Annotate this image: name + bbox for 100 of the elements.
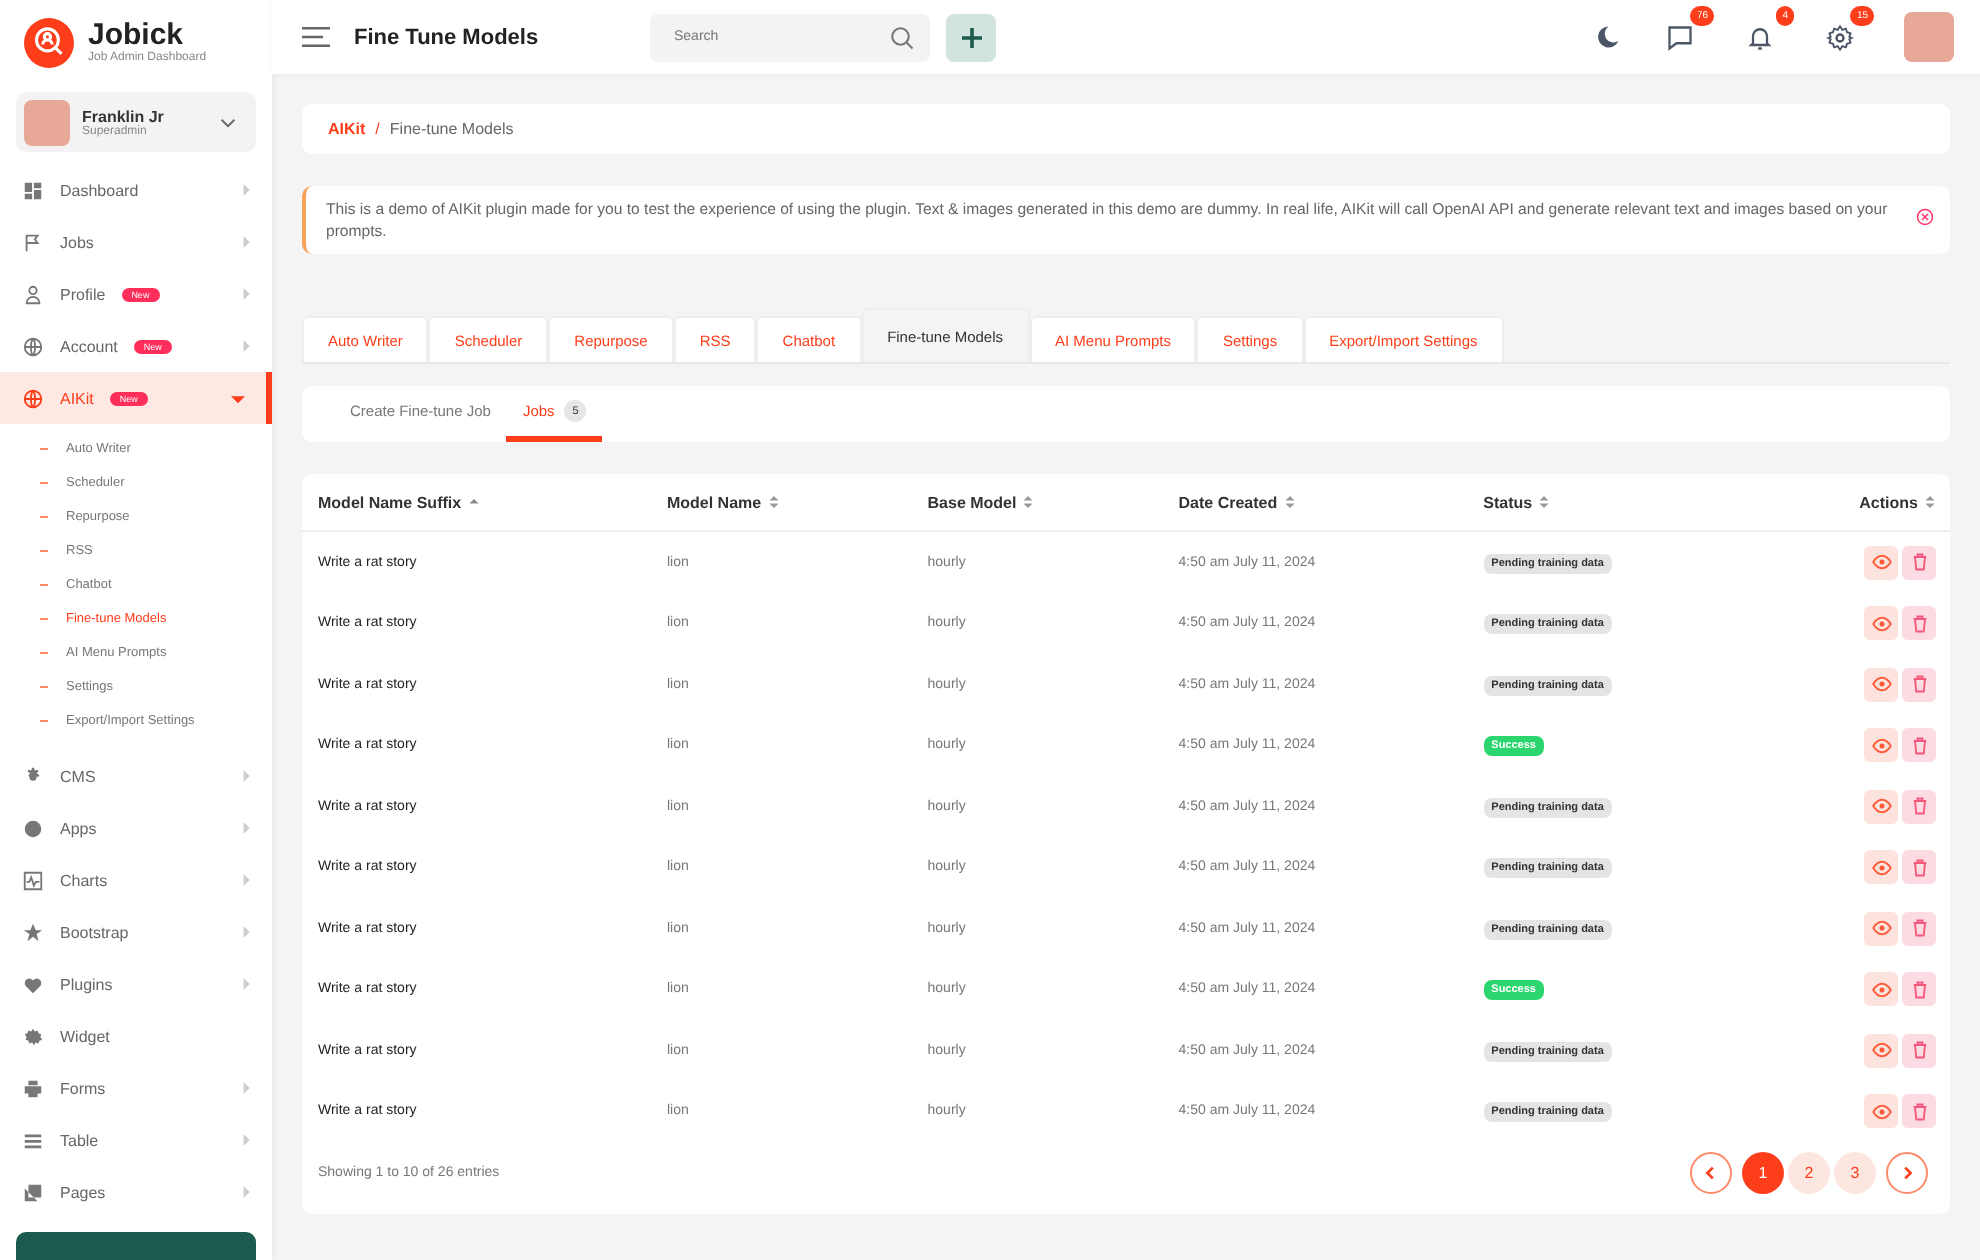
delete-button[interactable] — [1902, 789, 1936, 824]
logo-icon — [24, 17, 74, 67]
eye-icon — [1871, 918, 1891, 939]
view-button[interactable] — [1864, 789, 1898, 824]
chevron-right-icon — [1898, 1164, 1916, 1182]
sidebar-item[interactable]: Table — [0, 1114, 272, 1166]
page-button[interactable]: 1 — [1742, 1152, 1784, 1194]
delete-button[interactable] — [1902, 911, 1936, 946]
trash-icon — [1909, 1040, 1929, 1061]
sidebar-item[interactable]: Plugins — [0, 958, 272, 1010]
sidebar-item-label: CMS — [60, 767, 96, 785]
trash-icon — [1909, 1101, 1929, 1122]
settings-icon[interactable] — [1826, 23, 1854, 51]
eye-icon — [1871, 979, 1891, 1000]
column-header[interactable]: Status — [1467, 474, 1758, 531]
eye-icon — [1871, 1040, 1891, 1061]
close-icon[interactable] — [1916, 208, 1934, 226]
eye-icon — [1871, 796, 1891, 817]
column-header[interactable]: Actions — [1757, 474, 1950, 531]
previous-page-button[interactable] — [1690, 1152, 1732, 1194]
view-button[interactable] — [1864, 728, 1898, 763]
trash-icon — [1909, 918, 1929, 939]
sidebar-item-label: Plugins — [60, 975, 113, 993]
sidebar-item[interactable]: Pages — [0, 1166, 272, 1218]
user-name: Franklin Jr — [82, 107, 166, 125]
sidebar-item-label: Charts — [60, 871, 108, 889]
sidebar-item-label: Profile — [60, 285, 106, 303]
sidebar-item-label: Table — [60, 1131, 99, 1149]
sidebar-item[interactable]: Jobs — [0, 216, 272, 268]
column-header[interactable]: Model Name Suffix — [302, 474, 651, 531]
sort-icon[interactable] — [1924, 494, 1936, 511]
page-title: Fine Tune Models — [354, 25, 541, 49]
sidebar-item-label: Apps — [60, 819, 97, 837]
brand-name: Jobick — [88, 20, 184, 52]
delete-button[interactable] — [1902, 1094, 1936, 1129]
delete-button[interactable] — [1902, 728, 1936, 763]
chevron-down-icon — [220, 117, 236, 127]
search-icon — [890, 25, 914, 49]
view-button[interactable] — [1864, 850, 1898, 885]
delete-button[interactable] — [1902, 545, 1936, 580]
view-button[interactable] — [1864, 606, 1898, 641]
trash-icon — [1909, 613, 1929, 634]
delete-button[interactable] — [1902, 606, 1936, 641]
breadcrumb-item[interactable]: AIKit — [328, 120, 366, 138]
trash-icon — [1909, 857, 1929, 878]
sort-icon[interactable] — [1283, 494, 1296, 511]
trash-icon — [1909, 674, 1929, 695]
sort-icon[interactable] — [1022, 494, 1035, 511]
sidebar-item[interactable]: Widget — [0, 1010, 272, 1062]
next-page-button[interactable] — [1886, 1152, 1928, 1194]
eye-icon — [1871, 674, 1891, 695]
view-button[interactable] — [1864, 1033, 1898, 1068]
add-button[interactable] — [946, 13, 996, 61]
breadcrumb-separator: / — [375, 120, 380, 138]
eye-icon — [1871, 857, 1891, 878]
sidebar-item[interactable]: CMS — [0, 750, 272, 802]
page-button[interactable]: 2 — [1788, 1152, 1830, 1194]
delete-button[interactable] — [1902, 972, 1936, 1007]
eye-icon — [1871, 1101, 1891, 1122]
sidebar-item[interactable]: Dashboard — [0, 164, 272, 216]
trash-icon — [1909, 735, 1929, 756]
eye-icon — [1871, 613, 1891, 634]
bell-icon[interactable] — [1746, 23, 1774, 51]
eye-icon — [1871, 552, 1891, 573]
sidebar-item-label: AIKit — [60, 389, 94, 407]
sidebar-item-label: Pages — [60, 1183, 106, 1201]
delete-button[interactable] — [1902, 667, 1936, 702]
trash-icon — [1909, 552, 1929, 573]
sidebar-item[interactable]: Apps — [0, 802, 272, 854]
view-button[interactable] — [1864, 667, 1898, 702]
sort-icon[interactable] — [1538, 494, 1551, 511]
sidebar-item[interactable]: Bootstrap — [0, 906, 272, 958]
moon-icon[interactable] — [1594, 24, 1620, 50]
sort-icon[interactable] — [767, 494, 780, 511]
sidebar-item[interactable]: Charts — [0, 854, 272, 906]
chevron-left-icon — [1702, 1164, 1720, 1182]
delete-button[interactable] — [1902, 1033, 1936, 1068]
breadcrumb-item: Fine-tune Models — [389, 120, 514, 138]
sidebar-item-label: Dashboard — [60, 181, 139, 199]
view-button[interactable] — [1864, 911, 1898, 946]
avatar-placeholder — [24, 99, 70, 145]
column-header[interactable]: Date Created — [1162, 474, 1468, 531]
eye-icon — [1871, 735, 1891, 756]
plus-icon — [959, 25, 983, 49]
sidebar-item-label: Forms — [60, 1079, 106, 1097]
view-button[interactable] — [1864, 1094, 1898, 1129]
column-header[interactable]: Model Name — [650, 474, 912, 531]
sidebar-item-label: Bootstrap — [60, 923, 129, 941]
sidebar-item[interactable]: Forms — [0, 1062, 272, 1114]
trash-icon — [1909, 979, 1929, 1000]
chat-icon[interactable] — [1666, 23, 1694, 51]
view-button[interactable] — [1864, 545, 1898, 580]
page-button[interactable]: 3 — [1834, 1152, 1876, 1194]
sidebar-item-label: Account — [60, 337, 118, 355]
sidebar-item-label: Widget — [60, 1027, 110, 1045]
delete-button[interactable] — [1902, 850, 1936, 885]
sidebar-item-label: Jobs — [60, 233, 94, 251]
trash-icon — [1909, 796, 1929, 817]
view-button[interactable] — [1864, 972, 1898, 1007]
column-header[interactable]: Base Model — [911, 474, 1163, 531]
